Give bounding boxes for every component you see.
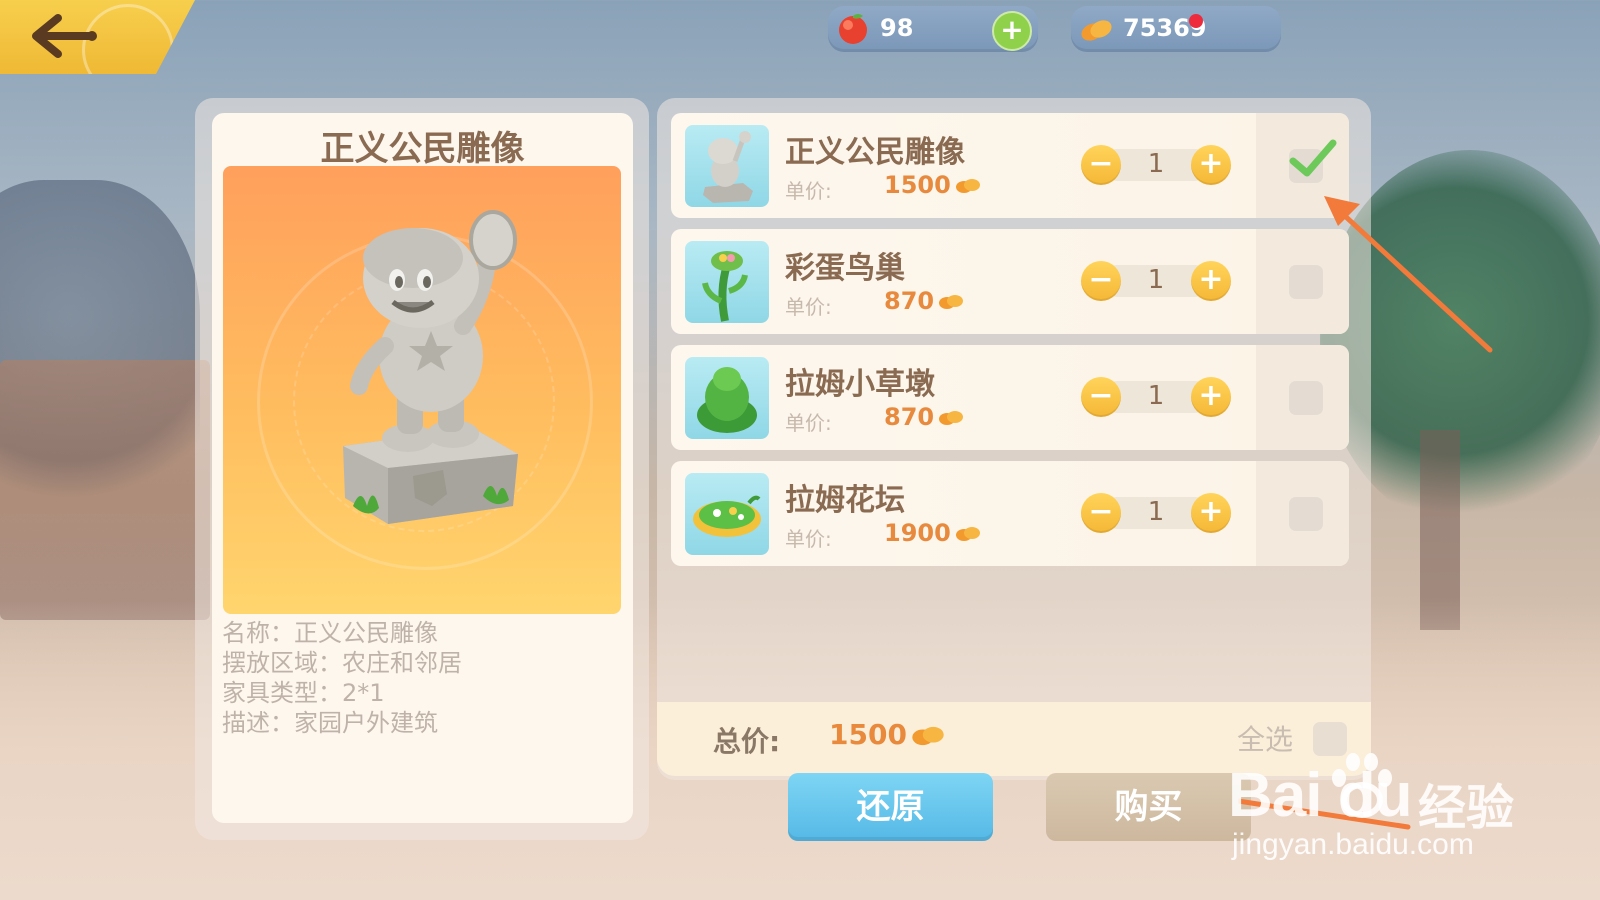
total-label: 总价:	[713, 725, 781, 758]
statue-image	[343, 210, 518, 524]
quantity-value: 1	[1147, 265, 1165, 295]
statue-thumbnail-icon	[703, 131, 753, 203]
background-house	[0, 360, 210, 620]
notification-dot	[1189, 14, 1203, 28]
nest-thumbnail-icon	[702, 251, 748, 322]
buy-button[interactable]: 购买	[1046, 773, 1251, 841]
quantity-stepper: − 1 +	[1081, 259, 1231, 303]
minus-icon: −	[1088, 494, 1114, 529]
unit-price: 1900	[884, 519, 981, 547]
item-checkbox[interactable]	[1289, 139, 1337, 183]
item-thumbnail	[685, 357, 769, 439]
quantity-value: 1	[1147, 381, 1165, 411]
plus-icon: +	[1198, 494, 1224, 529]
minus-icon: −	[1088, 262, 1114, 297]
quantity-value: 1	[1147, 149, 1165, 179]
info-desc-row: 描述：家园户外建筑	[222, 709, 438, 737]
restore-button[interactable]: 还原	[788, 773, 993, 841]
unit-price-label: 单价:	[785, 527, 832, 551]
plus-icon: +	[1000, 13, 1024, 46]
increase-quantity-button[interactable]: +	[1191, 261, 1231, 301]
item-thumbnail	[685, 125, 769, 207]
flowerbed-thumbnail-icon	[693, 495, 761, 537]
quantity-stepper: − 1 +	[1081, 491, 1231, 535]
cart-item[interactable]: 拉姆小草墩 单价: 870 − 1 +	[671, 345, 1349, 450]
unit-price: 870	[884, 403, 964, 431]
item-name: 拉姆小草墩	[785, 367, 935, 402]
decrease-quantity-button[interactable]: −	[1081, 145, 1121, 185]
minus-icon: −	[1088, 378, 1114, 413]
unit-price: 1500	[884, 171, 981, 199]
peach-count: 98	[880, 14, 914, 42]
increase-quantity-button[interactable]: +	[1191, 145, 1231, 185]
annotation-arrow	[1324, 196, 1493, 353]
bush-thumbnail-icon	[697, 367, 757, 433]
item-thumbnail	[685, 473, 769, 555]
cart-item[interactable]: 正义公民雕像 单价: 1500 − 1 +	[671, 113, 1349, 218]
add-peach-button[interactable]: +	[992, 11, 1032, 51]
paw-icon	[1332, 753, 1392, 818]
plus-icon: +	[1198, 146, 1224, 181]
item-name: 拉姆花坛	[785, 483, 905, 518]
watermark-url: jingyan.baidu.com	[1232, 828, 1474, 861]
info-area-row: 摆放区域：农庄和邻居	[222, 649, 462, 677]
quantity-stepper: − 1 +	[1081, 143, 1231, 187]
plus-icon: +	[1198, 378, 1224, 413]
decrease-quantity-button[interactable]: −	[1081, 377, 1121, 417]
bean-icon	[912, 726, 944, 746]
item-name: 彩蛋鸟巢	[785, 251, 905, 286]
cart-item[interactable]: 拉姆花坛 单价: 1900 − 1 +	[671, 461, 1349, 566]
increase-quantity-button[interactable]: +	[1191, 377, 1231, 417]
item-name: 正义公民雕像	[785, 135, 965, 170]
bean-icon	[955, 527, 980, 541]
bean-icon	[955, 179, 980, 193]
total-price: 1500	[829, 718, 945, 751]
detail-panel: 正义公民雕像 名称：正义公民雕像 摆放区域：农庄和邻居 家具类型：2*1 描述：…	[212, 113, 633, 823]
unit-price-label: 单价:	[785, 411, 832, 435]
unit-price: 870	[884, 287, 964, 315]
item-checkbox[interactable]	[1289, 265, 1323, 299]
quantity-stepper: − 1 +	[1081, 375, 1231, 419]
info-type-row: 家具类型：2*1	[222, 679, 385, 707]
decrease-quantity-button[interactable]: −	[1081, 261, 1121, 301]
bean-icon	[939, 295, 964, 309]
decrease-quantity-button[interactable]: −	[1081, 493, 1121, 533]
item-thumbnail	[685, 241, 769, 323]
info-name-row: 名称：正义公民雕像	[222, 619, 438, 647]
item-checkbox[interactable]	[1289, 497, 1323, 531]
select-all-label: 全选	[1237, 723, 1294, 756]
unit-price-label: 单价:	[785, 295, 832, 319]
item-info: 名称：正义公民雕像 摆放区域：农庄和邻居 家具类型：2*1 描述：家园户外建筑	[222, 618, 462, 738]
checkmark-icon	[1289, 139, 1337, 177]
detail-title: 正义公民雕像	[320, 129, 525, 169]
plus-icon: +	[1198, 262, 1224, 297]
increase-quantity-button[interactable]: +	[1191, 493, 1231, 533]
back-arrow-icon	[32, 14, 97, 58]
peach-currency: 98 +	[828, 6, 1038, 52]
bean-currency: 75369	[1071, 6, 1281, 52]
cart-item[interactable]: 彩蛋鸟巢 单价: 870 − 1 +	[671, 229, 1349, 334]
item-checkbox[interactable]	[1289, 381, 1323, 415]
peach-icon	[839, 14, 867, 44]
minus-icon: −	[1088, 146, 1114, 181]
item-preview	[223, 166, 621, 614]
baidu-watermark: Bai du 经验 jingyan.baidu.com	[1228, 753, 1518, 870]
unit-price-label: 单价:	[785, 179, 832, 203]
bean-icon	[1081, 20, 1112, 41]
quantity-value: 1	[1147, 497, 1165, 527]
bean-icon	[939, 411, 964, 425]
